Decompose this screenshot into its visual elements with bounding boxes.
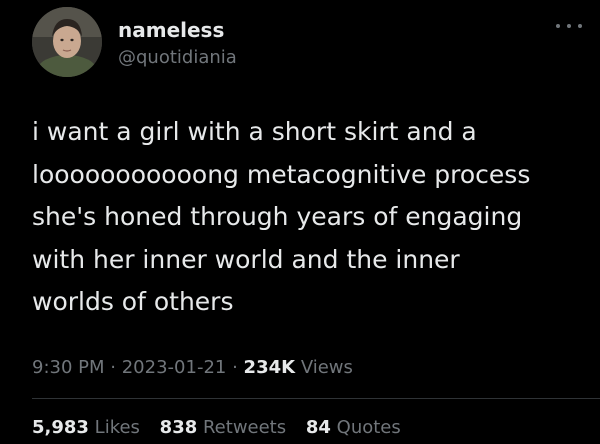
meta-separator: · xyxy=(110,357,116,378)
divider xyxy=(32,398,600,399)
tweet-text-line: looooooooooong metacognitive process xyxy=(32,159,531,189)
avatar-photo-icon xyxy=(32,7,102,77)
meta-separator: · xyxy=(232,357,238,378)
retweets-label: Retweets xyxy=(202,417,287,438)
tweet-time[interactable]: 9:30 PM xyxy=(32,357,105,378)
more-options-icon[interactable] xyxy=(556,20,582,32)
quotes-count: 84 xyxy=(305,417,331,438)
dot xyxy=(556,24,560,28)
tweet-text-line: with her inner world and the inner xyxy=(32,244,460,274)
tweet-text-line: worlds of others xyxy=(32,287,234,316)
user-handle[interactable]: @quotidiania xyxy=(118,47,237,68)
dot xyxy=(578,24,582,28)
quotes-stat[interactable]: 84 Quotes xyxy=(306,417,401,438)
views-count: 234K xyxy=(243,357,296,378)
avatar[interactable] xyxy=(32,7,102,77)
engagement-stats: 5,983 Likes 838 Retweets 84 Quotes xyxy=(32,417,415,438)
likes-stat[interactable]: 5,983 Likes xyxy=(32,417,140,438)
retweets-stat[interactable]: 838 Retweets xyxy=(160,417,286,438)
views-label: Views xyxy=(300,357,353,378)
tweet-meta: 9:30 PM · 2023-01-21 · 234K Views xyxy=(32,357,353,378)
tweet-date[interactable]: 2023-01-21 xyxy=(122,357,227,378)
likes-label: Likes xyxy=(94,417,140,438)
tweet-text: i want a girl with a short skirt and a l… xyxy=(32,111,592,324)
display-name[interactable]: nameless xyxy=(118,18,224,42)
likes-count: 5,983 xyxy=(32,417,89,438)
quotes-label: Quotes xyxy=(336,417,401,438)
dot xyxy=(567,24,571,28)
tweet-text-line: i want a girl with a short skirt and a xyxy=(32,117,477,146)
tweet-text-line: she's honed through years of engaging xyxy=(32,202,523,231)
retweets-count: 838 xyxy=(159,417,198,438)
tweet-card: nameless @quotidiania i want a girl with… xyxy=(0,0,600,444)
